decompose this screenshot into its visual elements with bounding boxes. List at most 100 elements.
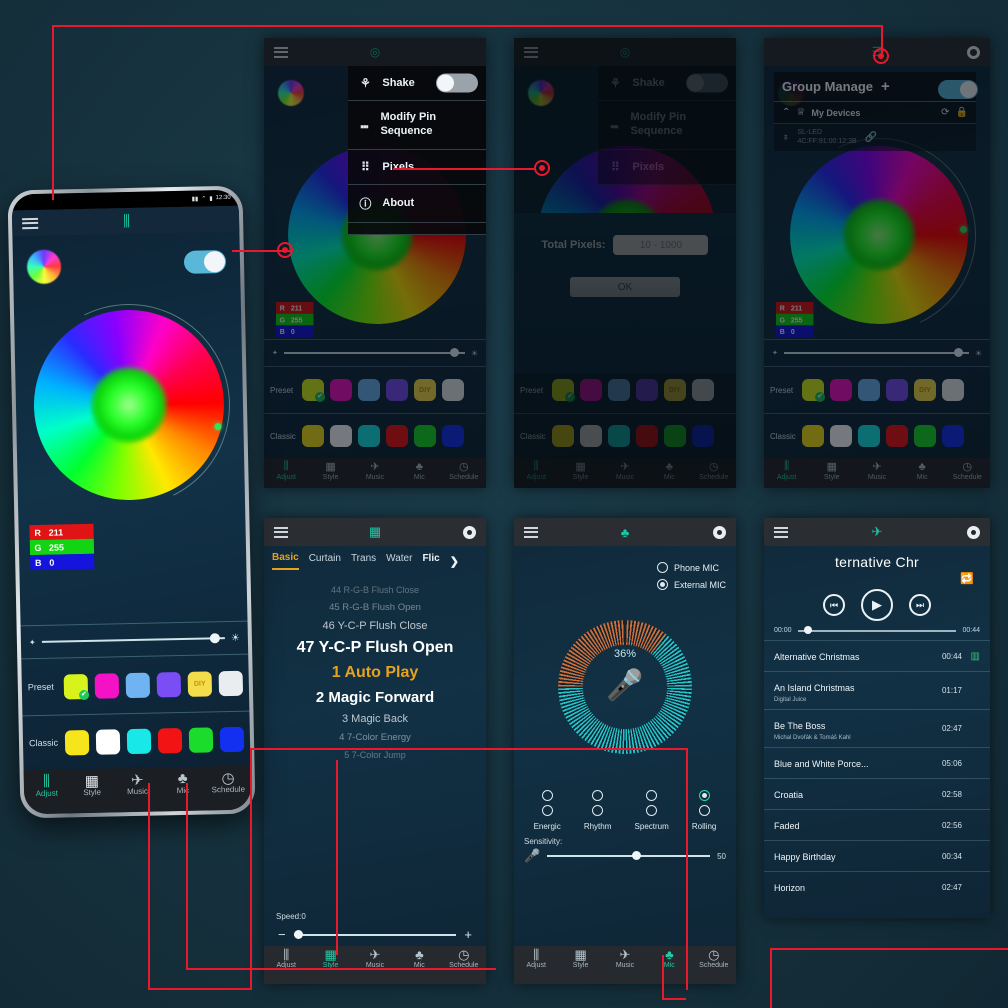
preset-swatch[interactable] [156,671,182,698]
repeat-icon[interactable]: 🔁 [764,570,990,585]
classic-swatches[interactable]: Classic [514,414,736,458]
mode-rhythm[interactable]: Rhythm [584,790,611,831]
seek-knob[interactable] [803,626,812,634]
nav-music[interactable]: ✈ Music [114,771,160,796]
group-section-my-devices[interactable]: ⌃ ♕ My Devices ⟳ 🔒 [774,101,976,123]
list-item[interactable]: Blue and White Porce... 05:06 [764,747,990,778]
nav-schedule[interactable]: ◷ Schedule [442,460,486,481]
brightness-arc[interactable] [11,276,252,534]
seek-track[interactable] [797,626,957,634]
radio-icon-selected[interactable] [656,579,668,590]
skip-forward-button[interactable]: ⏭ [909,594,931,616]
nav-mic[interactable]: ♣ Mic [647,460,691,482]
bottom-nav[interactable]: ⫼ Adjust ▦ Style ✈ Music ♣ Mic ◷ Schedule [264,458,486,488]
classic-swatch[interactable] [802,425,824,447]
classic-swatch[interactable] [188,726,214,753]
radio-icon[interactable] [646,790,658,801]
effect-item[interactable]: 2 Magic Forward [268,689,482,706]
classic-swatches[interactable]: Classic [22,712,250,771]
preset-swatch[interactable] [692,379,714,401]
transport-controls[interactable]: ⏮ ▶ ⏭ [764,585,990,627]
preset-swatch[interactable] [330,379,352,401]
list-item[interactable]: Alternative Christmas 00:44 ▥ [764,640,990,671]
classic-swatches[interactable]: Classic [764,414,990,458]
preset-swatch[interactable] [608,379,630,401]
classic-swatch[interactable] [414,425,436,447]
refresh-icon[interactable]: ⟳ [941,107,949,118]
sensitivity-knob[interactable] [631,851,641,860]
nav-schedule[interactable]: ◷ Schedule [692,460,736,481]
chevron-up-icon[interactable]: ⌃ [782,107,790,118]
mode-energic[interactable]: Energic [534,790,561,831]
power-icon[interactable]: ◎ [370,45,380,59]
preset-swatches[interactable]: Preset DIY [764,367,990,413]
preset-swatches[interactable]: Preset DIY [514,367,736,413]
radio-icon[interactable] [541,790,553,801]
power-icon[interactable] [967,525,980,539]
nav-mic[interactable]: ♣ Mic [647,947,691,969]
radio-phone-mic[interactable]: Phone MIC [656,562,726,573]
tab-curtain[interactable]: Curtain [309,553,341,569]
power-toggle[interactable] [183,249,227,274]
preset-swatch[interactable] [63,673,88,699]
hamburger-menu-icon[interactable] [22,215,39,231]
nav-adjust[interactable]: ⫼ Adjust [514,947,558,970]
classic-swatches[interactable]: Classic [264,414,486,458]
speed-knob[interactable] [293,929,303,939]
gear-icon[interactable] [967,45,980,59]
classic-swatch[interactable] [692,425,714,447]
nav-schedule[interactable]: ◷ Schedule [442,947,486,970]
nav-schedule[interactable]: ◷ Schedule [945,460,990,481]
color-wheel-thumb[interactable] [26,249,62,285]
link-icon[interactable]: 🔗 [865,132,877,143]
brightness-knob[interactable] [210,632,221,643]
preset-swatch[interactable] [636,379,658,401]
classic-swatch[interactable] [386,425,408,447]
effect-list[interactable]: 44 R-G-B Flush Close 45 R-G-B Flush Open… [264,570,486,760]
classic-swatch[interactable] [608,425,630,447]
preset-swatch[interactable] [218,670,244,696]
nav-adjust[interactable]: ⫼ Adjust [514,460,558,481]
preset-swatch[interactable] [580,379,602,401]
menu-item-modify-pin-sequence[interactable]: ⑉ Modify Pin Sequence [598,101,736,150]
list-item[interactable]: Faded 02:56 [764,809,990,840]
tab-trans[interactable]: Trans [351,553,376,569]
bottom-nav[interactable]: ⫼ Adjust ▦ Style ✈ Music ♣ Mic ◷ Schedule [764,458,990,488]
hamburger-menu-icon[interactable] [274,44,288,60]
effect-item[interactable]: 4 7-Color Energy [268,732,482,743]
color-wheel-thumb[interactable] [278,80,304,106]
bottom-nav[interactable]: ⫼ Adjust ▦ Style ✈ Music ♣ Mic ◷ Schedule [514,946,736,984]
bottom-nav[interactable]: ⫼ Adjust ▦ Style ✈ Music ♣ Mic ◷ Schedule [23,765,252,815]
preset-swatch[interactable] [830,379,852,401]
power-icon[interactable]: ◎ [620,45,630,59]
nav-music[interactable]: ✈ Music [603,947,647,970]
ok-button[interactable]: OK [570,277,680,297]
radio-icon[interactable] [592,805,604,816]
preset-swatches[interactable]: Preset DIY [21,655,249,716]
classic-swatch[interactable] [552,425,574,447]
list-item[interactable]: Happy Birthday 00:34 [764,840,990,871]
list-item[interactable]: Croatia 02:58 [764,778,990,809]
preset-swatch[interactable] [358,379,380,401]
effect-item[interactable]: 47 Y-C-P Flush Open [268,639,482,657]
play-button[interactable]: ▶ [861,589,893,621]
nav-adjust[interactable]: ⫼ Adjust [24,773,70,798]
brightness-knob[interactable] [450,348,460,357]
preset-swatch-diy[interactable]: DIY [414,379,436,401]
list-item[interactable]: Horizon 02:47 [764,871,990,902]
tab-flic[interactable]: Flic [422,553,439,569]
mic-mode-selector[interactable]: Energic Rhythm Spectrum Rolling [514,790,736,831]
preset-swatch[interactable] [802,379,825,402]
speed-plus-button[interactable]: + [464,927,472,942]
preset-swatch[interactable] [552,379,575,402]
brightness-slider[interactable]: ✦ ☀ [21,622,249,659]
bottom-nav[interactable]: ⫼ Adjust ▦ Style ✈ Music ♣ Mic ◷ Schedule [264,946,486,984]
preset-swatch-diy[interactable]: DIY [187,670,213,697]
effect-item[interactable]: 46 Y-C-P Flush Close [268,620,482,632]
nav-style[interactable]: ▦ Style [69,772,115,797]
microphone-icon[interactable]: 🎤 [606,668,643,703]
radio-icon[interactable] [646,805,658,816]
style-tabs[interactable]: Basic Curtain Trans Water Flic ❯ [264,546,486,570]
classic-swatch[interactable] [330,425,352,447]
nav-style[interactable]: ▦ Style [809,460,854,481]
